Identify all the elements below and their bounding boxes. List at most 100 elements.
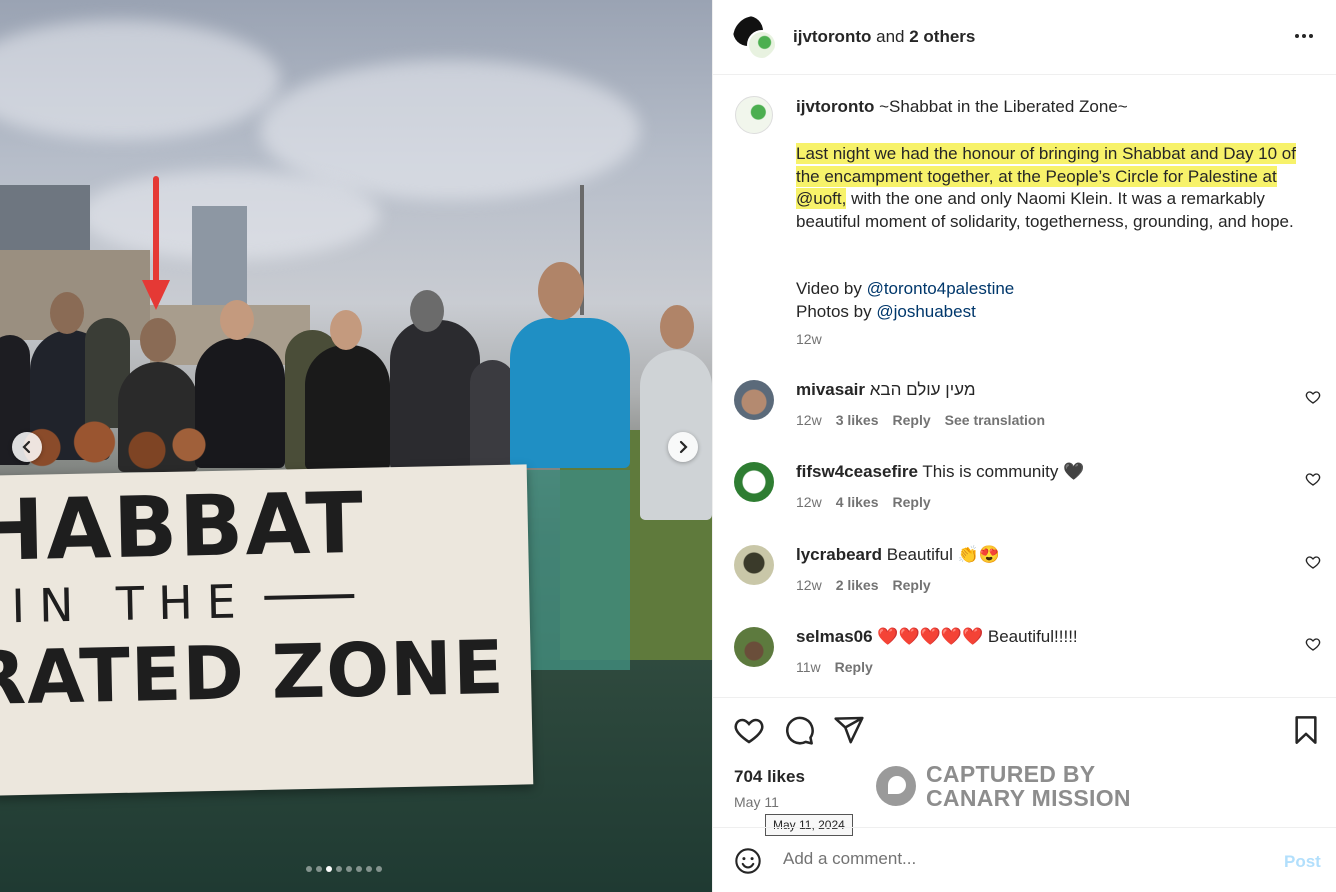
comment-likes[interactable]: 4 likes: [836, 494, 879, 510]
comment-body: ❤️❤️❤️❤️❤️ Beautiful!!!!!: [877, 627, 1078, 646]
commenter-avatar[interactable]: [734, 545, 774, 585]
comment-meta: 12w 3 likes Reply See translation: [796, 412, 1045, 428]
watermark-line2: CANARY MISSION: [926, 785, 1131, 811]
comment-time[interactable]: 12w: [796, 412, 822, 428]
likes-count[interactable]: 704 likes: [734, 767, 805, 787]
watermark-line1: CAPTURED BY: [926, 761, 1096, 787]
comment-username[interactable]: selmas06: [796, 627, 873, 646]
commenter-avatar[interactable]: [734, 627, 774, 667]
canary-logo-icon: [876, 766, 916, 806]
comment-body: מעין עולם הבא: [869, 380, 976, 399]
post-comment-button[interactable]: Post: [1284, 852, 1321, 872]
banner-line2: IN THE: [10, 574, 251, 634]
carousel-dot[interactable]: [366, 866, 372, 872]
tablecloth: [520, 470, 630, 670]
like-heart-icon[interactable]: [733, 714, 765, 746]
comment-like-heart-icon[interactable]: [1305, 554, 1321, 570]
comment-time[interactable]: 12w: [796, 577, 822, 593]
bookmark-icon[interactable]: [1290, 714, 1322, 746]
banner-dash: [264, 594, 355, 600]
banner-line3: RATED ZONE: [0, 624, 506, 723]
commenter-avatar[interactable]: [734, 380, 774, 420]
comment-likes[interactable]: 2 likes: [836, 577, 879, 593]
comment-item: fifsw4ceasefire This is community 🖤 12w …: [713, 462, 1336, 536]
caption-timestamp[interactable]: 12w: [796, 331, 822, 347]
post-photo: HABBAT IN THE RATED ZONE: [0, 0, 712, 892]
emoji-icon[interactable]: [734, 847, 762, 875]
carousel-dot[interactable]: [316, 866, 322, 872]
video-credit-link[interactable]: @toronto4palestine: [867, 279, 1015, 298]
carousel-dots: [306, 866, 382, 872]
person-head: [140, 318, 176, 362]
comment-text: fifsw4ceasefire This is community 🖤: [796, 462, 1084, 482]
author-username[interactable]: ijvtoronto: [793, 27, 871, 46]
comment-time[interactable]: 12w: [796, 494, 822, 510]
comment-time[interactable]: 11w: [796, 659, 821, 675]
comment-like-heart-icon[interactable]: [1305, 636, 1321, 652]
reply-button[interactable]: Reply: [893, 494, 931, 510]
photos-prefix: Photos by: [796, 302, 877, 321]
reply-button[interactable]: Reply: [893, 412, 931, 428]
person: [390, 320, 480, 470]
canary-mission-watermark: CAPTURED BY CANARY MISSION: [876, 762, 1131, 810]
carousel-dot[interactable]: [376, 866, 382, 872]
comment-meta: 12w 4 likes Reply: [796, 494, 931, 510]
comment-like-heart-icon[interactable]: [1305, 471, 1321, 487]
shabbat-banner: HABBAT IN THE RATED ZONE: [0, 464, 534, 796]
comment-username[interactable]: fifsw4ceasefire: [796, 462, 918, 481]
caption-credits: Video by @toronto4palestine Photos by @j…: [796, 277, 1014, 323]
see-translation-button[interactable]: See translation: [945, 412, 1045, 428]
comment-text: selmas06 ❤️❤️❤️❤️❤️ Beautiful!!!!!: [796, 627, 1078, 647]
carousel-dot[interactable]: [346, 866, 352, 872]
comment-like-heart-icon[interactable]: [1305, 389, 1321, 405]
carousel-dot[interactable]: [356, 866, 362, 872]
carousel-dot[interactable]: [336, 866, 342, 872]
carousel-dot[interactable]: [306, 866, 312, 872]
video-prefix: Video by: [796, 279, 867, 298]
comment-body: Beautiful 👏😍: [886, 545, 1000, 564]
reply-button[interactable]: Reply: [893, 577, 931, 593]
person-head: [50, 292, 84, 334]
caption-username[interactable]: ijvtoronto: [796, 97, 874, 116]
collab-avatar[interactable]: [733, 16, 777, 60]
carousel-next-button[interactable]: [668, 432, 698, 462]
red-arrow-annotation: [142, 176, 170, 316]
post-header: ijvtoronto and 2 others: [713, 0, 1336, 75]
comment-input[interactable]: [783, 849, 1263, 869]
comment-meta: 12w 2 likes Reply: [796, 577, 931, 593]
reply-button[interactable]: Reply: [835, 659, 873, 675]
comment-item: lycrabeard Beautiful 👏😍 12w 2 likes Repl…: [713, 545, 1336, 619]
post-panel: ijvtoronto and 2 others ijvtoronto ~Shab…: [712, 0, 1336, 892]
comment-meta: 11w Reply: [796, 659, 873, 675]
photos-credit-link[interactable]: @joshuabest: [876, 302, 976, 321]
comment-icon[interactable]: [783, 714, 815, 746]
chevron-right-icon: [679, 440, 688, 454]
person-head: [410, 290, 444, 332]
comment-item: selmas06 ❤️❤️❤️❤️❤️ Beautiful!!!!! 11w R…: [713, 627, 1336, 701]
post-authors: ijvtoronto and 2 others: [793, 27, 975, 47]
person-head: [538, 262, 584, 320]
comment-username[interactable]: lycrabeard: [796, 545, 882, 564]
person-head: [330, 310, 362, 350]
carousel-dot-active[interactable]: [326, 866, 332, 872]
cloud: [0, 20, 280, 140]
carousel-prev-button[interactable]: [12, 432, 42, 462]
share-icon[interactable]: [833, 714, 865, 746]
post-date[interactable]: May 11: [734, 794, 779, 810]
comment-body: This is community 🖤: [922, 462, 1085, 481]
comment-likes[interactable]: 3 likes: [836, 412, 879, 428]
person: [305, 345, 390, 470]
person: [470, 360, 515, 470]
comment-item: mivasair מעין עולם הבא 12w 3 likes Reply…: [713, 380, 1336, 454]
comment-text: mivasair מעין עולם הבא: [796, 380, 976, 400]
caption-rest-text: with the one and only Naomi Klein. It wa…: [796, 189, 1294, 231]
comment-composer: Post: [713, 827, 1336, 892]
caption-avatar[interactable]: [735, 96, 773, 134]
more-options-button[interactable]: [1289, 24, 1319, 48]
person-head: [660, 305, 694, 349]
and-text: and: [876, 27, 905, 46]
others-link[interactable]: 2 others: [909, 27, 975, 46]
comment-username[interactable]: mivasair: [796, 380, 865, 399]
post-actions: 704 likes May 11 CAPTURED BY CANARY MISS…: [713, 697, 1336, 836]
commenter-avatar[interactable]: [734, 462, 774, 502]
